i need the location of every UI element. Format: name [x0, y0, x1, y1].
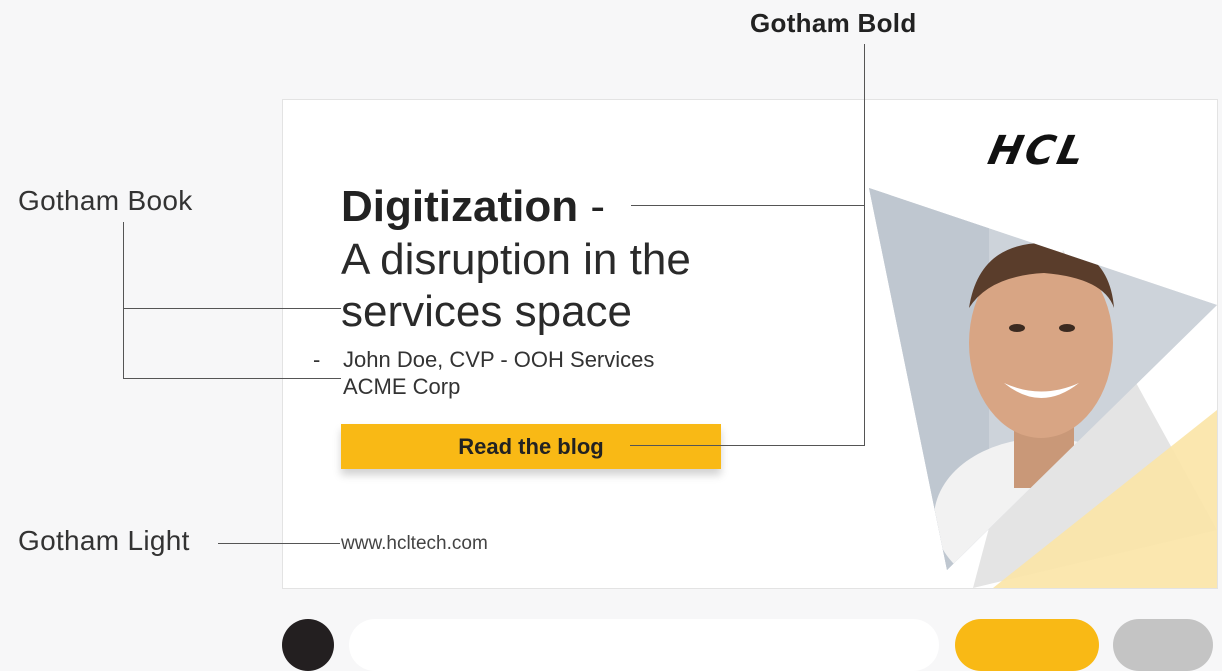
read-blog-button[interactable]: Read the blog: [341, 424, 721, 469]
connector-light: [218, 543, 340, 544]
connector-book-vertical: [123, 222, 124, 379]
swatch-black: [282, 619, 334, 671]
website-url[interactable]: www.hcltech.com: [341, 533, 488, 555]
connector-bold-headline: [631, 205, 865, 206]
headline-dash: -: [578, 182, 605, 231]
headline-line-2: A disruption in the: [341, 235, 691, 284]
annotation-gotham-bold: Gotham Bold: [750, 8, 917, 38]
swatch-white: [349, 619, 939, 671]
headline-line-3: services space: [341, 287, 633, 336]
connector-bold-cta: [630, 445, 865, 446]
headline-first-line: Digitization -: [341, 182, 605, 232]
headline-bold-text: Digitization: [341, 182, 579, 231]
connector-book-headline: [123, 308, 341, 309]
annotation-gotham-light: Gotham Light: [18, 525, 190, 556]
connector-bold-vertical: [864, 44, 865, 446]
swatch-gray: [1113, 619, 1213, 671]
author-dash: -: [313, 347, 321, 372]
annotation-gotham-book: Gotham Book: [18, 185, 193, 216]
connector-book-author: [123, 378, 341, 379]
swatch-yellow: [955, 619, 1099, 671]
author-name: John Doe, CVP - OOH Services: [343, 347, 655, 372]
ad-banner: HCL Digitization - A disruption in the s…: [282, 99, 1218, 589]
portrait-photo: [869, 188, 1217, 570]
hcl-logo: HCL: [984, 128, 1092, 174]
author-company: ACME Corp: [343, 374, 461, 399]
